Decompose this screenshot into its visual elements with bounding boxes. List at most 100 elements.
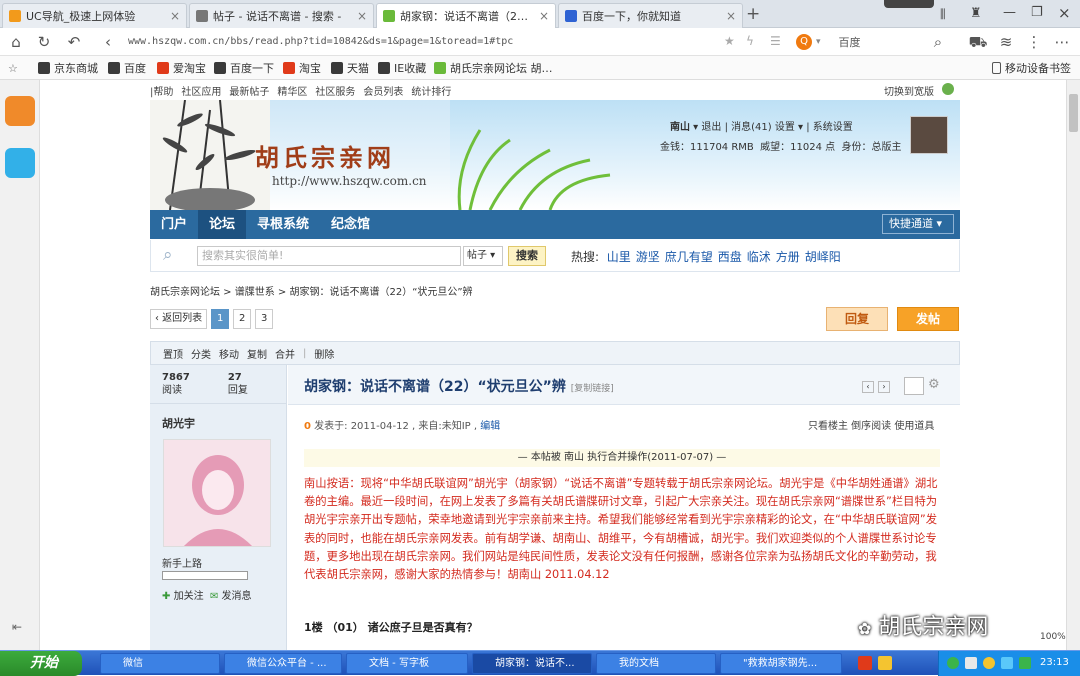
new-tab-icon[interactable]: + — [746, 4, 760, 24]
next-thread-icon[interactable]: › — [878, 381, 890, 393]
wifi-icon[interactable]: ≋ — [996, 32, 1016, 52]
page-link[interactable]: 3 — [255, 309, 274, 329]
browser-tab[interactable]: 百度一下，你就知道 × — [558, 3, 743, 28]
lightning-icon[interactable]: ϟ — [746, 34, 754, 48]
sogou-icon[interactable] — [858, 656, 872, 670]
hot-search-link[interactable]: 方册 — [776, 250, 800, 264]
merge-tool[interactable]: 合并 — [275, 346, 295, 361]
close-tab-icon[interactable]: × — [533, 9, 549, 23]
taskbar-item-active[interactable]: 胡家钢：说话不... — [472, 653, 592, 674]
browser-tab-active[interactable]: 胡家钢：说话不离谱（22）“ × — [376, 3, 556, 28]
taskbar-item[interactable]: 我的文档 — [596, 653, 716, 674]
clock[interactable]: 23:13 — [1040, 657, 1069, 668]
more-icon[interactable]: ⋯ — [1052, 32, 1072, 52]
browser-tab[interactable]: UC导航_极速上网体验 × — [2, 3, 187, 28]
page-link[interactable]: 2 — [233, 309, 252, 329]
mobile-bookmarks[interactable]: 移动设备书签 — [992, 60, 1071, 76]
address-bar[interactable]: www.hszqw.com.cn/bbs/read.php?tid=10842&… — [128, 32, 828, 52]
search-engine-icon[interactable]: Q — [796, 34, 812, 50]
search-input[interactable]: 搜索其实很简单! — [197, 246, 461, 266]
minimize-icon[interactable]: — — [1003, 5, 1016, 20]
switch-width-link[interactable]: 切换到宽版 — [884, 83, 934, 98]
nav-genealogy[interactable]: 寻根系统 — [246, 210, 320, 239]
category-tool[interactable]: 分类 — [191, 346, 211, 361]
zoom-level[interactable]: 100% — [1040, 632, 1066, 642]
services-link[interactable]: 社区服务 — [315, 87, 355, 98]
bookmark-item[interactable]: 百度一下 — [214, 60, 274, 76]
split-icon[interactable]: ⫼ — [940, 7, 946, 22]
pin-tool[interactable]: 置顶 — [163, 346, 183, 361]
close-tab-icon[interactable]: × — [164, 9, 180, 23]
taskbar-item[interactable]: 微信 — [100, 653, 220, 674]
nav-forum[interactable]: 论坛 — [198, 210, 247, 239]
site-logo[interactable]: 胡氏宗亲网 — [255, 138, 395, 173]
breadcrumb[interactable]: 胡氏宗亲网论坛 > 谱牒世系 > 胡家钢：说话不离谱（22）“状元旦公”辨 — [150, 283, 473, 298]
bookmark-item[interactable]: 胡氏宗亲网论坛 胡… — [434, 60, 553, 76]
undo-icon[interactable]: ↶ — [64, 32, 84, 52]
ime-icon[interactable] — [1019, 657, 1031, 669]
user-avatar[interactable] — [910, 116, 948, 154]
search-input[interactable]: 百度 — [839, 34, 861, 50]
network-icon[interactable] — [965, 657, 977, 669]
bookmark-star-icon[interactable]: ☆ — [8, 60, 18, 76]
post-view-options[interactable]: 只看楼主 倒序阅读 使用道具 — [808, 417, 934, 432]
page-link[interactable]: 1 — [211, 309, 230, 329]
members-link[interactable]: 会员列表 — [363, 87, 403, 98]
collapse-panel-icon[interactable]: ⇤ — [12, 620, 22, 634]
volume-icon[interactable] — [1001, 657, 1013, 669]
chevron-down-icon[interactable]: ▾ — [816, 37, 821, 47]
edit-link[interactable]: 编辑 — [480, 421, 500, 432]
reader-icon[interactable]: ☰ — [770, 34, 781, 48]
taskbar-item[interactable]: 文档 - 写字板 — [346, 653, 468, 674]
star-icon[interactable]: ★ — [724, 34, 735, 48]
featured-link[interactable]: 精华区 — [277, 87, 307, 98]
wrench-icon[interactable]: ⚙ — [928, 377, 940, 392]
menu-icon[interactable]: ⋮ — [1024, 32, 1044, 52]
nav-portal[interactable]: 门户 — [150, 210, 198, 239]
close-window-icon[interactable]: × — [1058, 4, 1071, 22]
bookmark-item[interactable]: 百度 — [108, 60, 146, 76]
copy-tool[interactable]: 复制 — [247, 346, 267, 361]
search-icon[interactable]: ⌕ — [928, 32, 948, 52]
hot-search-link[interactable]: 山里 — [607, 250, 631, 264]
back-to-list-button[interactable]: ‹ 返回列表 — [150, 309, 208, 329]
system-settings-link[interactable]: 系统设置 — [813, 122, 853, 133]
start-button[interactable]: 开始 — [0, 651, 82, 676]
back-icon[interactable]: ‹ — [98, 32, 118, 52]
wechat-tray-icon[interactable] — [947, 657, 959, 669]
author-avatar[interactable] — [163, 439, 271, 547]
bookmark-item[interactable]: IE收藏 — [378, 60, 426, 76]
author-name[interactable]: 胡光宇 — [162, 415, 195, 431]
stats-link[interactable]: 统计排行 — [411, 87, 451, 98]
new-post-button[interactable]: 发帖 — [897, 307, 959, 331]
font-size-box[interactable] — [904, 377, 924, 395]
scrollbar[interactable] — [1066, 80, 1080, 650]
messages-link[interactable]: 消息(41) — [731, 122, 772, 133]
username-link[interactable]: 南山 — [670, 122, 690, 133]
taskbar-item[interactable]: "救救胡家钢先... — [720, 653, 842, 674]
bookmark-item[interactable]: 天猫 — [331, 60, 369, 76]
tray-app-icon[interactable] — [878, 656, 892, 670]
close-tab-icon[interactable]: × — [351, 9, 367, 23]
hot-search-link[interactable]: 游坚 — [636, 250, 660, 264]
apps-link[interactable]: 社区应用 — [181, 87, 221, 98]
settings-link[interactable]: 设置 — [775, 122, 795, 133]
bookmark-item[interactable]: 淘宝 — [283, 60, 321, 76]
search-button[interactable]: 搜索 — [508, 246, 546, 266]
logout-link[interactable]: 退出 — [701, 122, 721, 133]
app-store-icon[interactable] — [5, 96, 35, 126]
quick-nav-dropdown[interactable]: 快捷通道 ▾ — [882, 214, 954, 234]
skin-icon[interactable]: ♜ — [970, 6, 982, 21]
cart-icon[interactable]: ⛟ — [968, 32, 988, 52]
idea-bulb-icon[interactable] — [5, 148, 35, 178]
nav-memorial[interactable]: 纪念馆 — [320, 210, 381, 239]
prev-thread-icon[interactable]: ‹ — [862, 381, 874, 393]
move-tool[interactable]: 移动 — [219, 346, 239, 361]
hot-search-link[interactable]: 庶几有望 — [665, 250, 713, 264]
browser-tab[interactable]: 帖子 - 说话不离谱 - 搜索 - × — [189, 3, 374, 28]
home-icon[interactable]: ⌂ — [6, 32, 26, 52]
scrollbar-thumb[interactable] — [1069, 94, 1078, 132]
latest-posts-link[interactable]: 最新帖子 — [229, 87, 269, 98]
delete-tool[interactable]: 删除 — [314, 346, 334, 361]
bookmark-item[interactable]: 京东商城 — [38, 60, 98, 76]
